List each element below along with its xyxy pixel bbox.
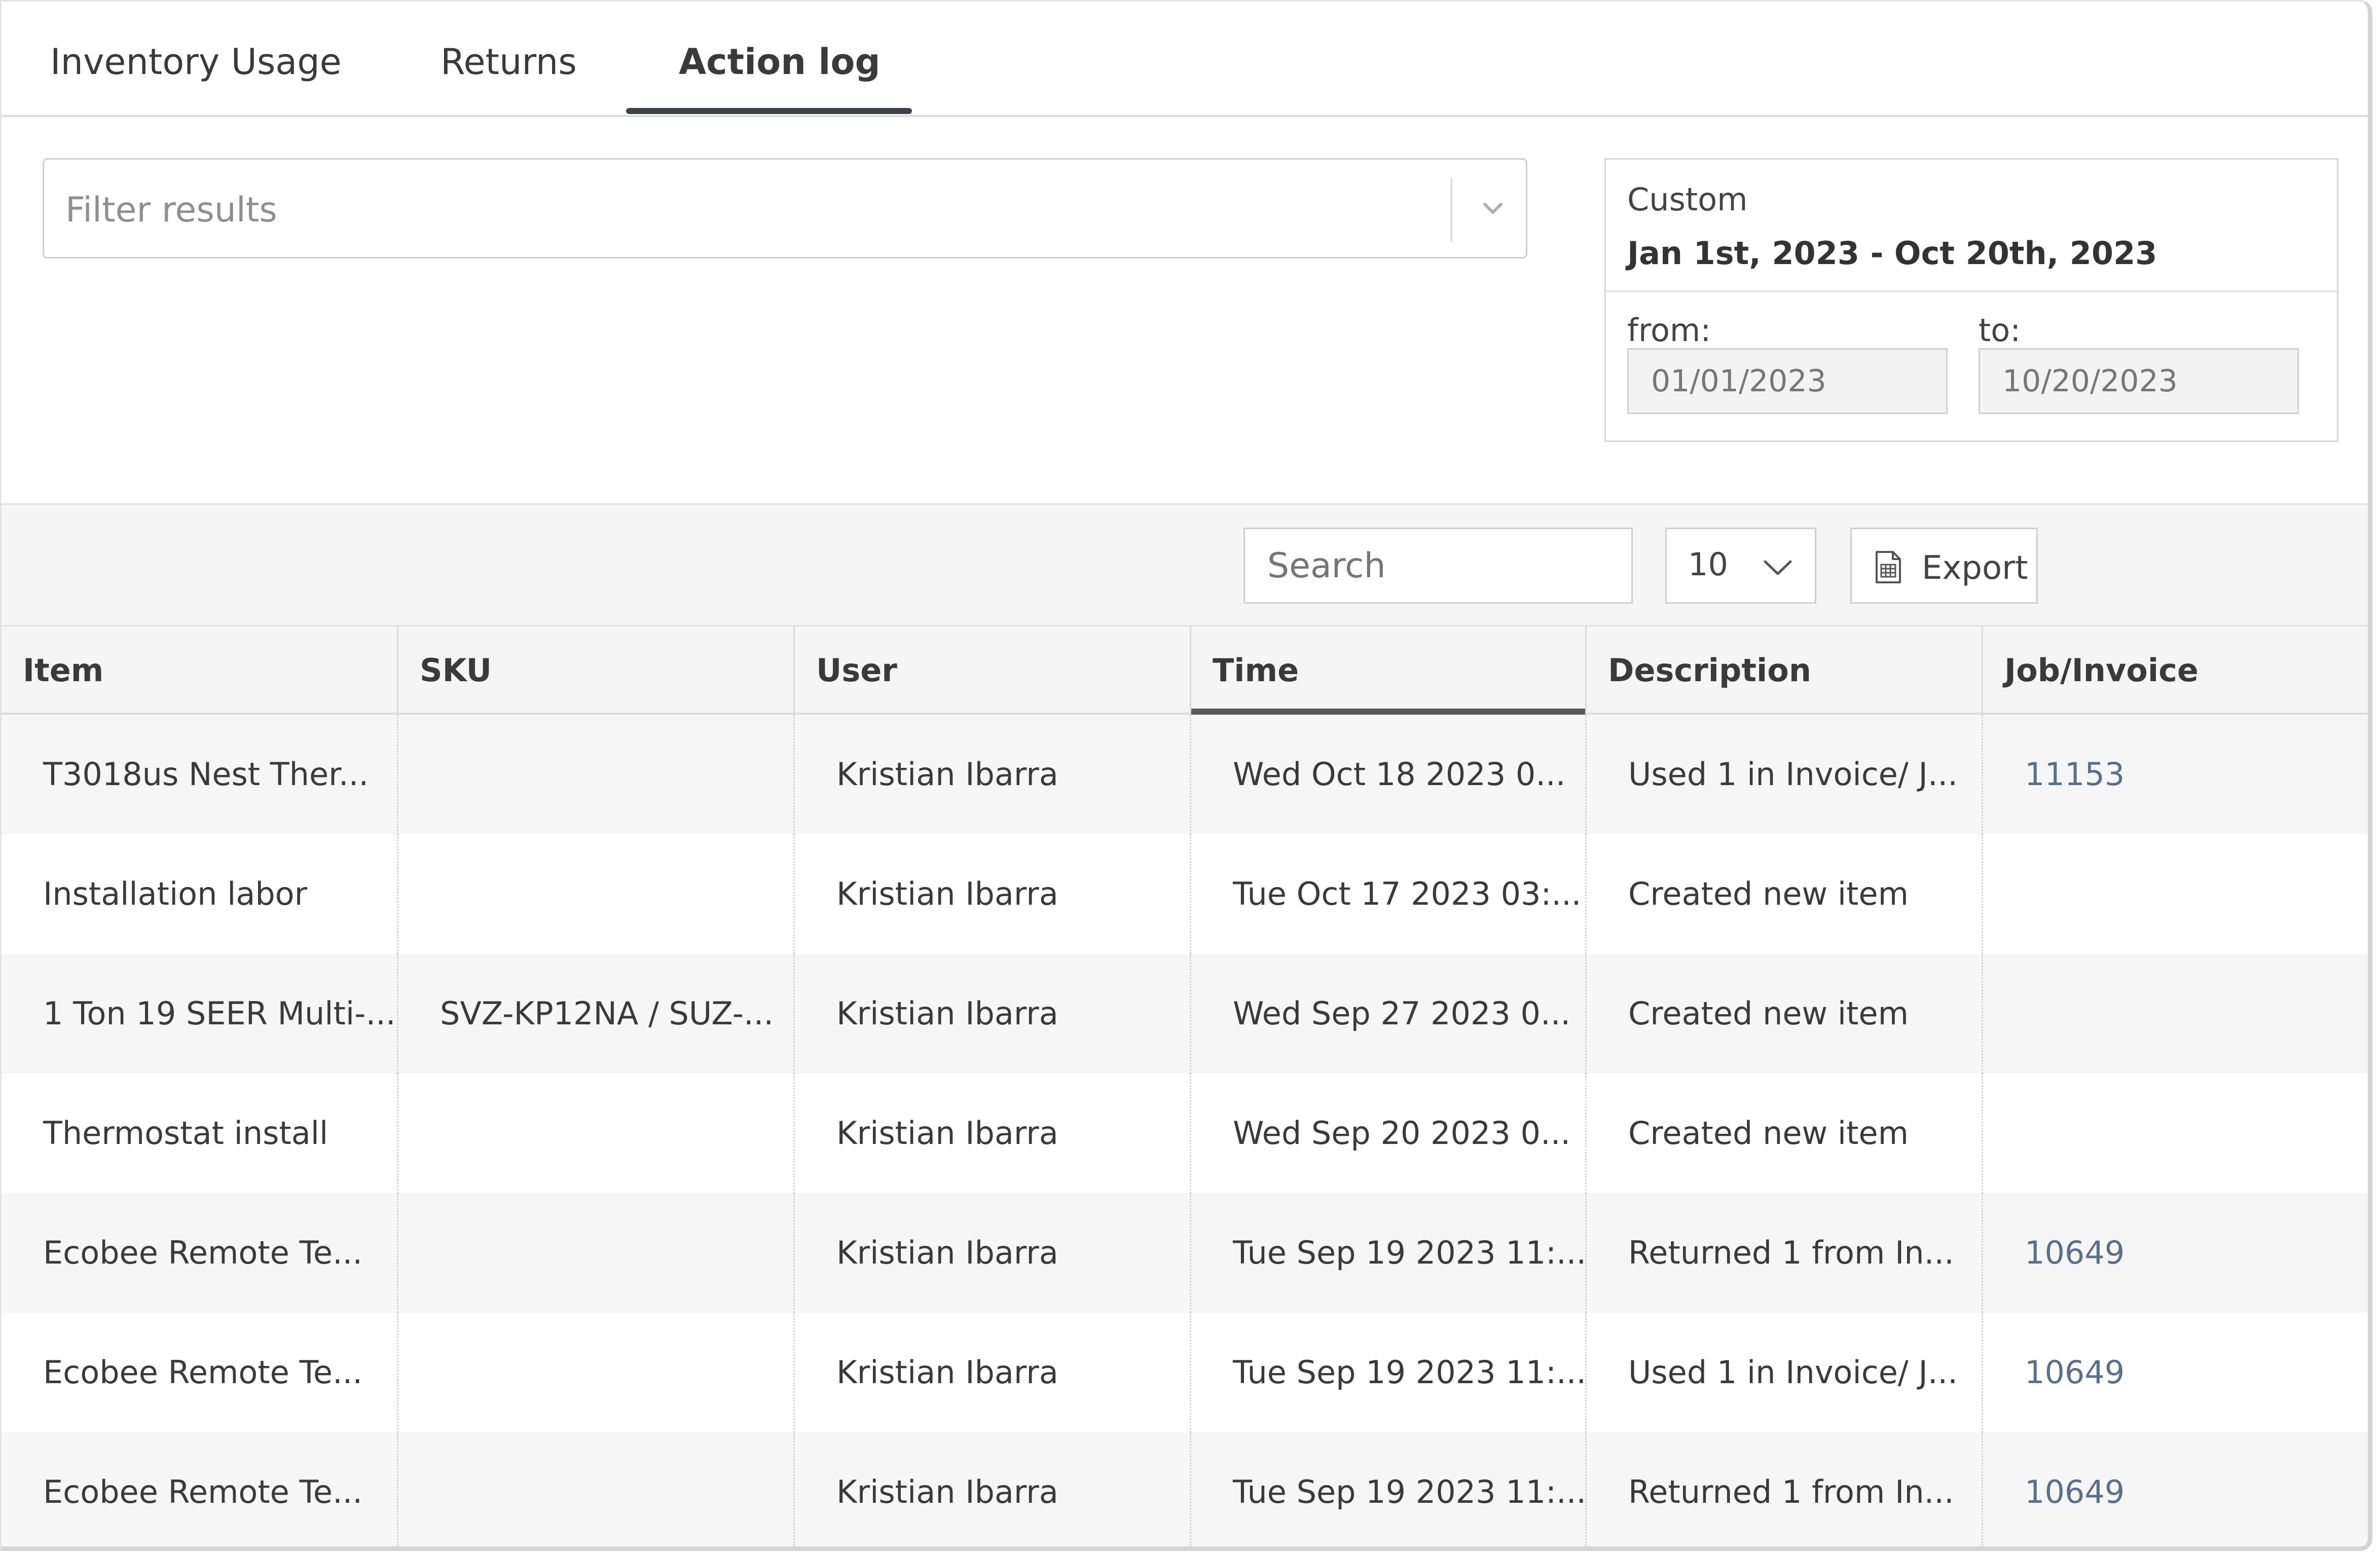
cell-user: Kristian Ibarra bbox=[793, 1432, 1190, 1546]
filter-separator bbox=[1451, 178, 1452, 242]
cell-sku bbox=[397, 1193, 793, 1313]
table-row[interactable]: 1 Ton 19 SEER Multi-... SVZ-KP12NA / SUZ-… bbox=[2, 954, 2368, 1073]
column-header-user[interactable]: User bbox=[793, 626, 1190, 715]
cell-user: Kristian Ibarra bbox=[793, 1313, 1190, 1432]
page-size-value: 10 bbox=[1688, 546, 1728, 583]
cell-job-invoice: 10649 bbox=[1982, 1313, 2368, 1432]
cell-item: 1 Ton 19 SEER Multi-... bbox=[43, 995, 396, 1032]
action-log-panel: Inventory Usage Returns Action log Filte… bbox=[0, 0, 2372, 1551]
cell-description: Created new item bbox=[1585, 954, 1982, 1073]
active-tab-indicator bbox=[626, 108, 912, 114]
page-size-select[interactable]: 10 bbox=[1665, 528, 1816, 604]
from-label: from: bbox=[1627, 312, 1711, 349]
column-header-description[interactable]: Description bbox=[1585, 626, 1982, 715]
filter-placeholder: Filter results bbox=[65, 190, 277, 230]
tab-bar: Inventory Usage Returns Action log bbox=[2, 2, 2368, 117]
date-range-value: Jan 1st, 2023 - Oct 20th, 2023 bbox=[1627, 235, 2157, 272]
table-row[interactable]: Ecobee Remote Te... Kristian Ibarra Tue Se… bbox=[2, 1432, 2368, 1546]
cell-item: Installation labor bbox=[43, 875, 308, 912]
cell-sku bbox=[397, 1073, 793, 1193]
cell-sku bbox=[397, 1432, 793, 1546]
from-date-input[interactable] bbox=[1627, 348, 1948, 414]
cell-item: Ecobee Remote Te... bbox=[43, 1354, 363, 1391]
cell-job-invoice: 10649 bbox=[1982, 1432, 2368, 1546]
cell-time: Tue Oct 17 2023 03:... bbox=[1190, 834, 1585, 954]
table-row[interactable]: T3018us Nest Ther... Kristian Ibarra Wed O… bbox=[2, 715, 2368, 834]
date-range-header[interactable]: Custom Jan 1st, 2023 - Oct 20th, 2023 bbox=[1606, 160, 2337, 292]
cell-time: Tue Sep 19 2023 11:... bbox=[1190, 1432, 1585, 1546]
to-label: to: bbox=[1979, 312, 2021, 349]
cell-user: Kristian Ibarra bbox=[793, 834, 1190, 954]
date-range-label: Custom bbox=[1627, 181, 1748, 218]
table-row[interactable]: Thermostat install Kristian Ibarra Wed Sep… bbox=[2, 1073, 2368, 1193]
table-header: Item SKU User Time Description Job/Invoi… bbox=[2, 625, 2368, 715]
cell-time: Tue Sep 19 2023 11:... bbox=[1190, 1193, 1585, 1313]
job-invoice-link[interactable]: 10649 bbox=[2025, 1234, 2125, 1271]
cell-item: Thermostat install bbox=[43, 1115, 328, 1152]
column-header-item[interactable]: Item bbox=[2, 626, 397, 715]
cell-description: Created new item bbox=[1585, 1073, 1982, 1193]
cell-job-invoice: 11153 bbox=[1982, 715, 2368, 834]
column-header-sku[interactable]: SKU bbox=[397, 626, 793, 715]
filter-select[interactable]: Filter results bbox=[43, 158, 1527, 258]
table-row[interactable]: Installation labor Kristian Ibarra Tue Oct… bbox=[2, 834, 2368, 954]
cell-time: Tue Sep 19 2023 11:... bbox=[1190, 1313, 1585, 1432]
cell-job-invoice bbox=[1982, 954, 2368, 1073]
column-header-job-invoice[interactable]: Job/Invoice bbox=[1982, 626, 2368, 715]
cell-user: Kristian Ibarra bbox=[793, 1193, 1190, 1313]
spreadsheet-icon bbox=[1876, 551, 1901, 583]
table-row[interactable]: Ecobee Remote Te... Kristian Ibarra Tue Se… bbox=[2, 1313, 2368, 1432]
tab-returns[interactable]: Returns bbox=[441, 41, 577, 117]
column-header-time[interactable]: Time bbox=[1190, 626, 1585, 715]
date-range-picker: Custom Jan 1st, 2023 - Oct 20th, 2023 fr… bbox=[1604, 158, 2338, 442]
cell-time: Wed Sep 27 2023 0... bbox=[1190, 954, 1585, 1073]
cell-job-invoice bbox=[1982, 834, 2368, 954]
cell-description: Used 1 in Invoice/ J... bbox=[1585, 715, 1982, 834]
cell-time: Wed Oct 18 2023 0... bbox=[1190, 715, 1585, 834]
table-toolbar: 10 Export bbox=[2, 503, 2368, 625]
job-invoice-link[interactable]: 10649 bbox=[2025, 1473, 2125, 1510]
cell-sku bbox=[397, 834, 793, 954]
cell-sku bbox=[397, 1313, 793, 1432]
tab-inventory-usage[interactable]: Inventory Usage bbox=[50, 41, 342, 117]
cell-user: Kristian Ibarra bbox=[793, 1073, 1190, 1193]
table-row[interactable]: Ecobee Remote Te... Kristian Ibarra Tue Se… bbox=[2, 1193, 2368, 1313]
cell-sku bbox=[397, 715, 793, 834]
cell-description: Created new item bbox=[1585, 834, 1982, 954]
cell-time: Wed Sep 20 2023 0... bbox=[1190, 1073, 1585, 1193]
export-button[interactable]: Export bbox=[1850, 528, 2038, 604]
cell-job-invoice bbox=[1982, 1073, 2368, 1193]
chevron-down-icon[interactable] bbox=[1478, 193, 1508, 224]
to-date-input[interactable] bbox=[1979, 348, 2299, 414]
cell-item: Ecobee Remote Te... bbox=[43, 1473, 363, 1510]
export-label: Export bbox=[1922, 549, 2028, 587]
cell-description: Returned 1 from In... bbox=[1585, 1193, 1982, 1313]
cell-item: T3018us Nest Ther... bbox=[43, 756, 369, 793]
cell-job-invoice: 10649 bbox=[1982, 1193, 2368, 1313]
cell-user: Kristian Ibarra bbox=[793, 954, 1190, 1073]
chevron-down-icon bbox=[1764, 560, 1792, 575]
cell-user: Kristian Ibarra bbox=[793, 715, 1190, 834]
job-invoice-link[interactable]: 11153 bbox=[2025, 756, 2125, 793]
cell-description: Returned 1 from In... bbox=[1585, 1432, 1982, 1546]
job-invoice-link[interactable]: 10649 bbox=[2025, 1354, 2125, 1391]
cell-sku: SVZ-KP12NA / SUZ-... bbox=[397, 954, 793, 1073]
search-input[interactable] bbox=[1243, 528, 1633, 604]
cell-description: Used 1 in Invoice/ J... bbox=[1585, 1313, 1982, 1432]
tab-action-log[interactable]: Action log bbox=[679, 41, 881, 117]
cell-item: Ecobee Remote Te... bbox=[43, 1234, 363, 1271]
